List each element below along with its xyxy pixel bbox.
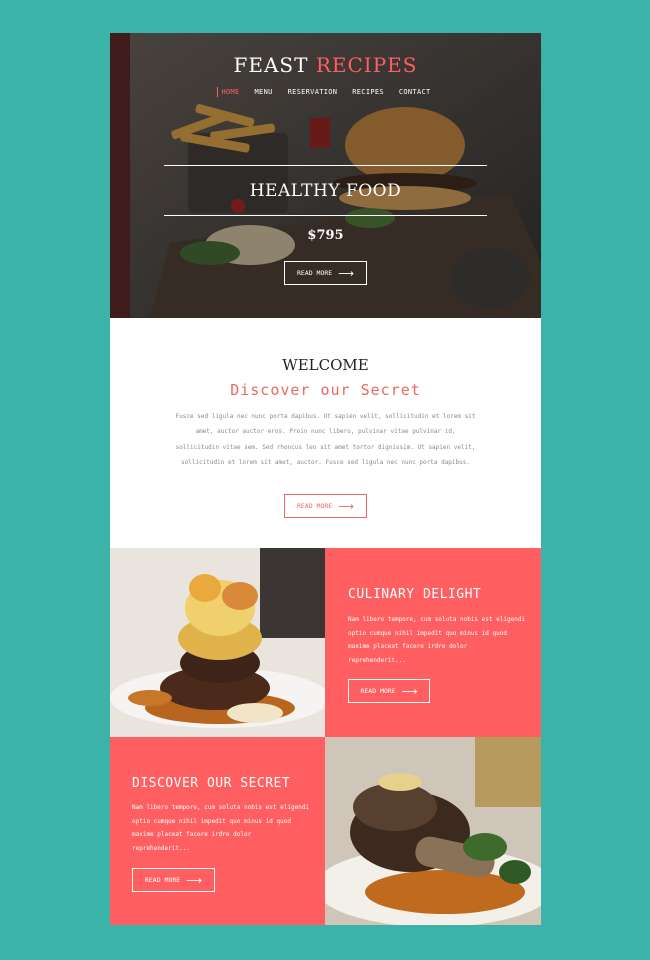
- welcome-title: WELCOME: [282, 356, 369, 374]
- hero-divider-top: [164, 165, 487, 166]
- brand-logo[interactable]: FEAST RECIPES: [110, 53, 541, 77]
- feature2-read-more-button[interactable]: READ MORE ⟶: [132, 868, 215, 892]
- feature1-title: CULINARY DELIGHT: [348, 587, 482, 602]
- welcome-read-more-button[interactable]: READ MORE ⟶: [284, 494, 367, 518]
- feature2-panel: DISCOVER OUR SECRET Nam libero tempore, …: [110, 737, 325, 925]
- hero-price: $795: [307, 228, 344, 243]
- nav-item-contact[interactable]: CONTACT: [396, 87, 434, 97]
- feature1-read-more-label: READ MORE: [360, 687, 396, 695]
- welcome-read-more-label: READ MORE: [296, 502, 333, 510]
- nav-item-home[interactable]: HOME: [217, 87, 242, 97]
- welcome-subtitle: Discover our Secret: [230, 381, 421, 399]
- hero-read-more-label: READ MORE: [296, 269, 333, 277]
- steak-dish-photo: [110, 548, 325, 737]
- email-template: FEAST RECIPES HOME MENU RESERVATION RECI…: [110, 33, 541, 925]
- right-arrow-icon: ⟶: [338, 266, 354, 280]
- feature2-title: DISCOVER OUR SECRET: [132, 776, 291, 791]
- feature1-text: Nam libero tempore, cum soluta nobis est…: [348, 616, 526, 665]
- feature1-read-more-button[interactable]: READ MORE ⟶: [348, 679, 430, 703]
- welcome-section: WELCOME Discover our Secret Fusce sed li…: [110, 318, 541, 548]
- hero-divider-bottom: [164, 215, 487, 216]
- main-nav: HOME MENU RESERVATION RECIPES CONTACT: [110, 87, 541, 97]
- nav-item-menu[interactable]: MENU: [252, 87, 276, 97]
- hero-read-more-button[interactable]: READ MORE ⟶: [284, 261, 367, 285]
- nav-item-reservation[interactable]: RESERVATION: [285, 87, 341, 97]
- short-rib-dish-photo: [325, 737, 541, 925]
- right-arrow-icon: ⟶: [401, 684, 418, 698]
- nav-item-recipes[interactable]: RECIPES: [349, 87, 387, 97]
- right-arrow-icon: ⟶: [338, 499, 354, 513]
- brand-name-part1: FEAST: [233, 53, 309, 77]
- feature1-panel: CULINARY DELIGHT Nam libero tempore, cum…: [325, 548, 541, 737]
- right-arrow-icon: ⟶: [186, 873, 202, 887]
- feature2-read-more-label: READ MORE: [144, 876, 181, 884]
- hero-title: HEALTHY FOOD: [249, 181, 402, 201]
- feature2-text: Nam libero tempore, cum soluta nobis est…: [132, 804, 310, 853]
- brand-name-part2: RECIPES: [315, 53, 418, 77]
- welcome-text: Fusce sed ligula nec nunc porta dapibus.…: [175, 413, 476, 466]
- hero-section: FEAST RECIPES HOME MENU RESERVATION RECI…: [110, 33, 541, 318]
